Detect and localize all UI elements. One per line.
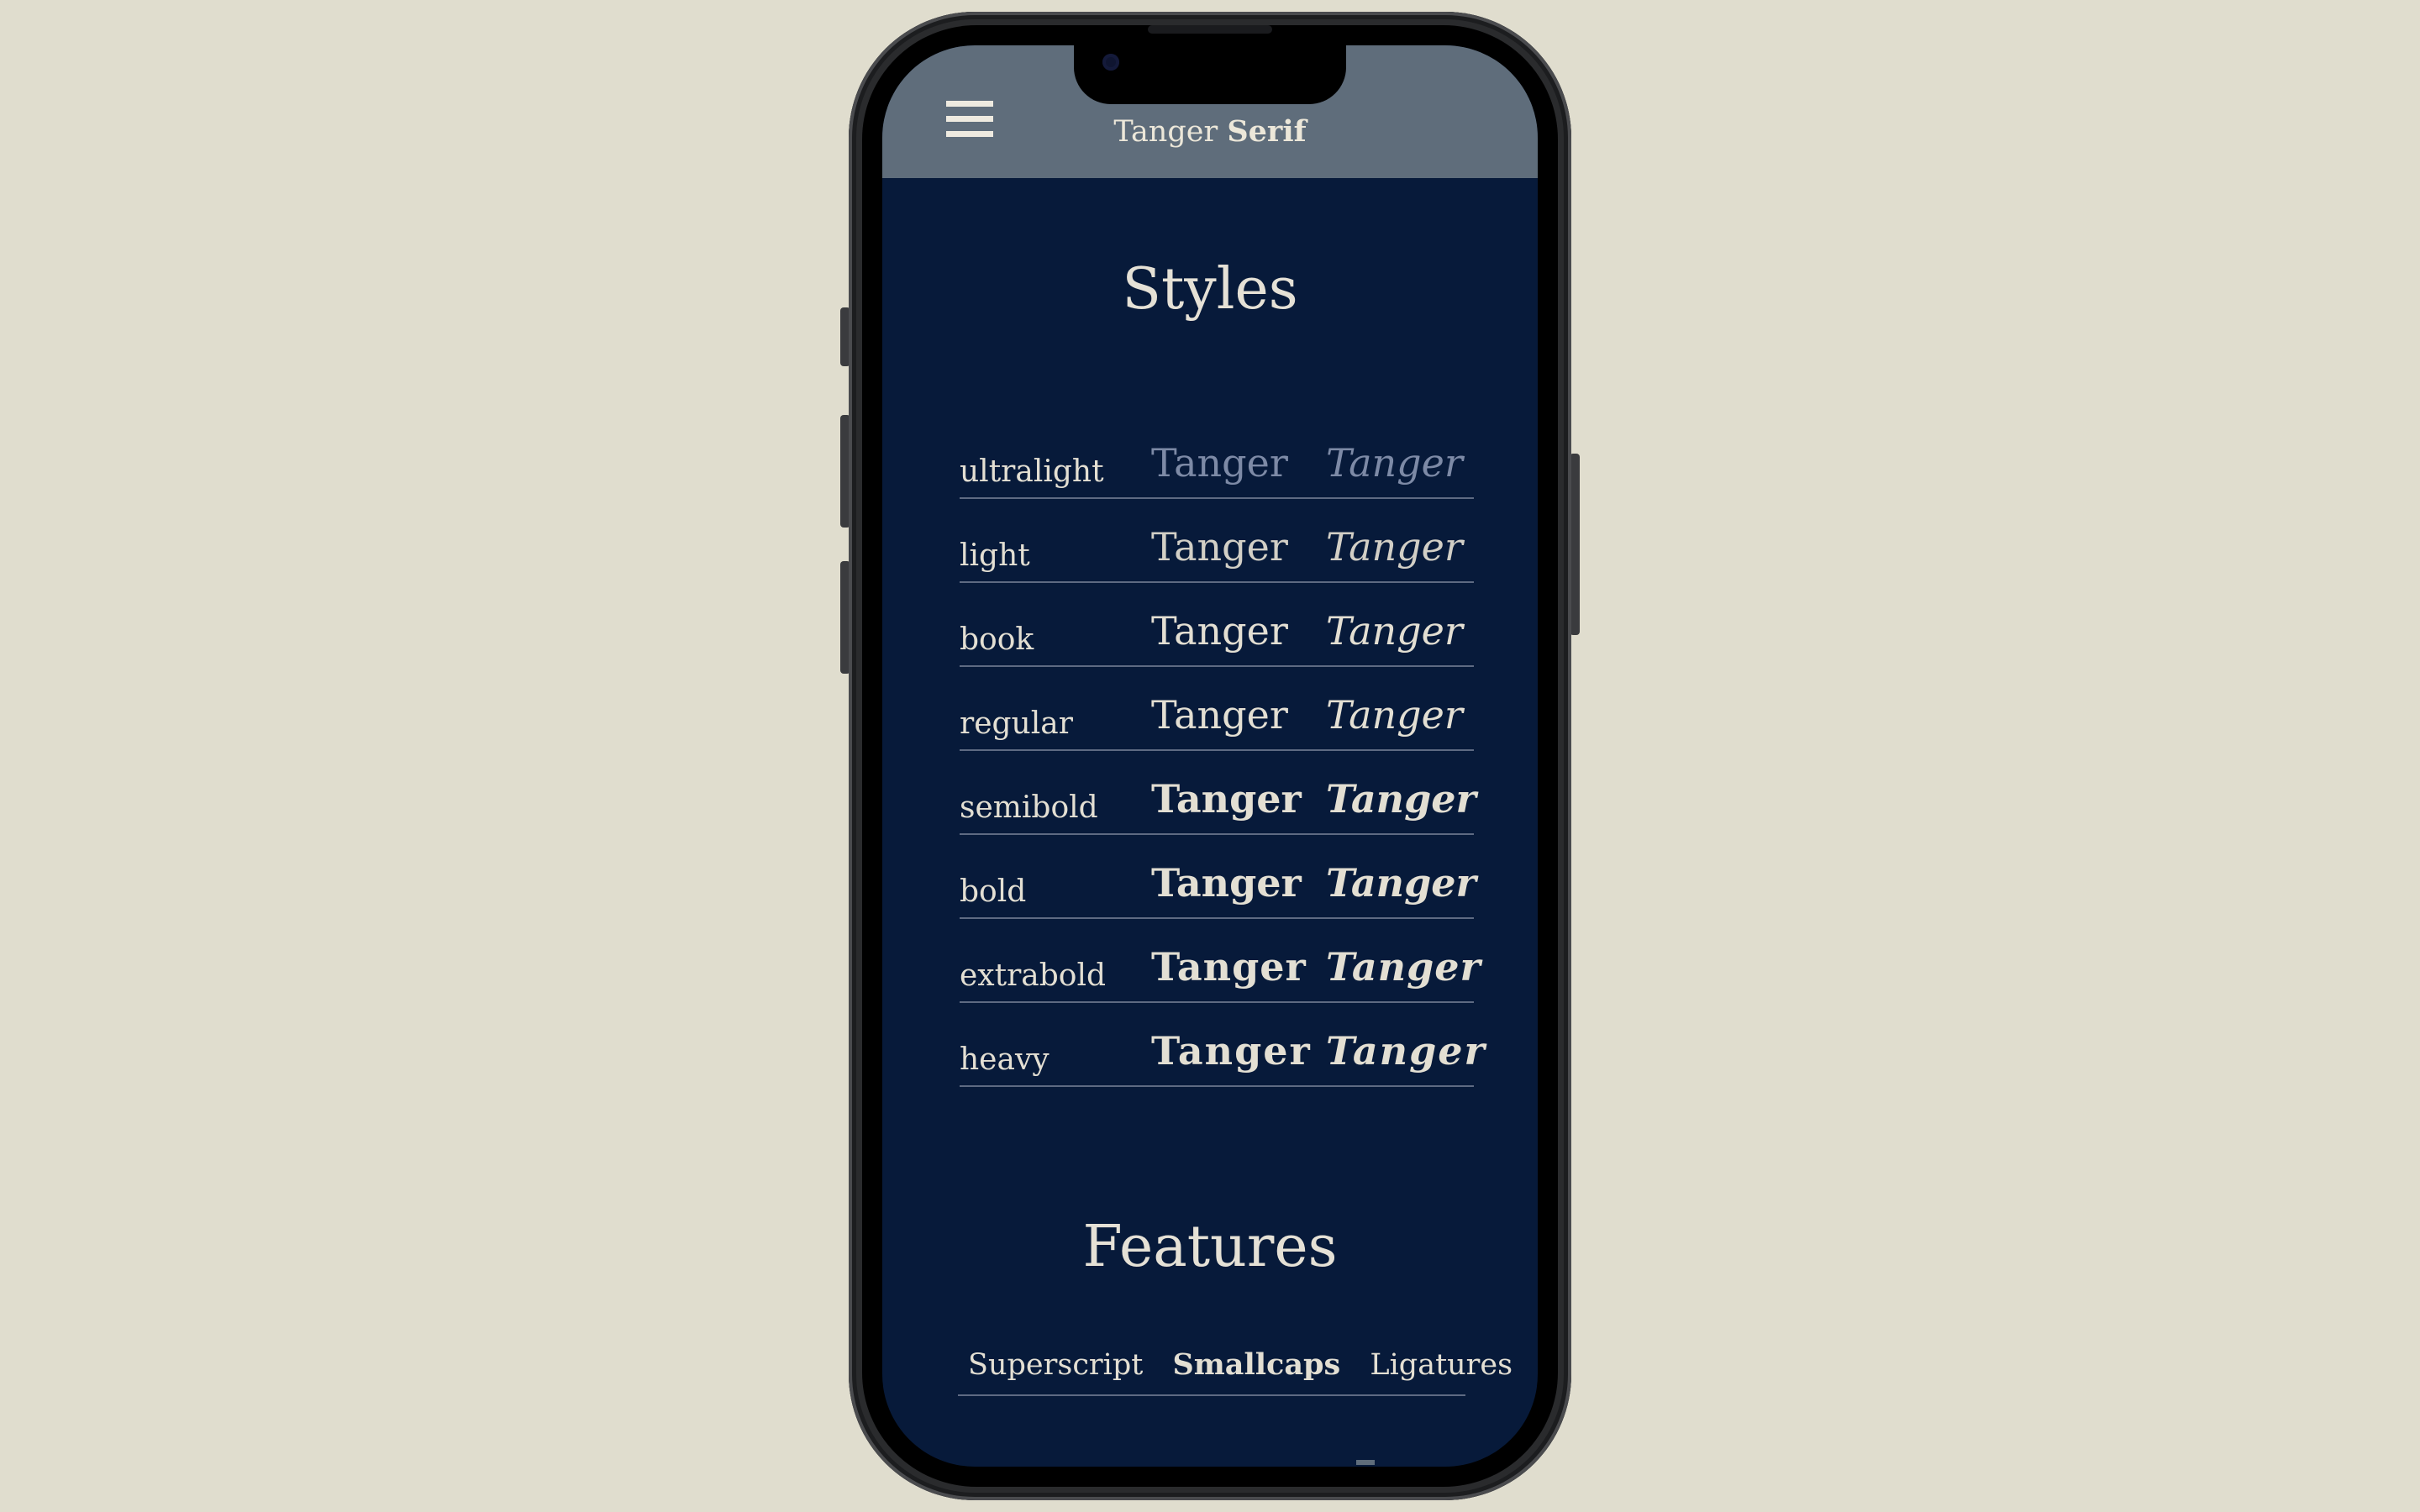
style-label: semibold bbox=[960, 790, 1098, 825]
style-label: extrabold bbox=[960, 958, 1107, 993]
style-label: light bbox=[960, 538, 1030, 573]
roman-sample: Tanger bbox=[1151, 860, 1302, 906]
roman-sample: Tanger bbox=[1151, 440, 1288, 486]
style-row-book: book Tanger Tanger bbox=[960, 583, 1474, 667]
roman-sample: Tanger bbox=[1151, 1028, 1312, 1074]
style-row-regular: regular Tanger Tanger bbox=[960, 667, 1474, 751]
style-label: bold bbox=[960, 874, 1027, 909]
style-row-light: light Tanger Tanger bbox=[960, 499, 1474, 583]
style-row-semibold: semibold Tanger Tanger bbox=[960, 751, 1476, 835]
italic-sample: Tanger bbox=[1326, 608, 1463, 654]
style-label: regular bbox=[960, 706, 1073, 741]
roman-sample: Tanger bbox=[1151, 692, 1288, 738]
tab-superscript[interactable]: Superscript bbox=[968, 1348, 1143, 1382]
style-row-bold: bold Tanger Tanger bbox=[960, 835, 1476, 919]
front-camera-icon bbox=[1102, 54, 1119, 71]
italic-sample: Tanger bbox=[1326, 1028, 1486, 1074]
tab-ligatures[interactable]: Ligatures bbox=[1370, 1348, 1512, 1382]
roman-sample: Tanger bbox=[1151, 944, 1307, 990]
italic-sample: Tanger bbox=[1326, 860, 1476, 906]
phone-screen: Tanger Serif Styles ultralight Tanger Ta… bbox=[882, 45, 1538, 1467]
scroll-indicator bbox=[1356, 1460, 1375, 1465]
features-tabs: Superscript Smallcaps Ligatures bbox=[958, 1347, 1512, 1396]
italic-sample: Tanger bbox=[1326, 776, 1476, 822]
tab-smallcaps[interactable]: Smallcaps bbox=[1172, 1347, 1340, 1382]
style-label: book bbox=[960, 622, 1034, 657]
roman-sample: Tanger bbox=[1151, 608, 1288, 654]
italic-sample: Tanger bbox=[1326, 440, 1463, 486]
earpiece-speaker bbox=[1148, 25, 1272, 34]
style-row-ultralight: ultralight Tanger Tanger bbox=[960, 415, 1474, 499]
style-label: ultralight bbox=[960, 454, 1104, 489]
brand-title[interactable]: Tanger Serif bbox=[882, 114, 1538, 150]
features-heading: Features bbox=[1082, 1214, 1338, 1280]
italic-sample: Tanger bbox=[1326, 524, 1463, 570]
style-row-extrabold: extrabold Tanger Tanger bbox=[960, 919, 1481, 1003]
styles-table: ultralight Tanger Tanger light Tanger Ta… bbox=[960, 415, 1485, 1087]
roman-sample: Tanger bbox=[1151, 524, 1288, 570]
style-label: heavy bbox=[960, 1042, 1050, 1077]
brand-regular: Tanger bbox=[1113, 115, 1218, 149]
roman-sample: Tanger bbox=[1151, 776, 1302, 822]
styles-heading: Styles bbox=[1122, 256, 1298, 323]
brand-bold: Serif bbox=[1227, 114, 1307, 149]
style-row-heavy: heavy Tanger Tanger bbox=[960, 1003, 1485, 1087]
italic-sample: Tanger bbox=[1326, 944, 1481, 990]
italic-sample: Tanger bbox=[1326, 692, 1463, 738]
